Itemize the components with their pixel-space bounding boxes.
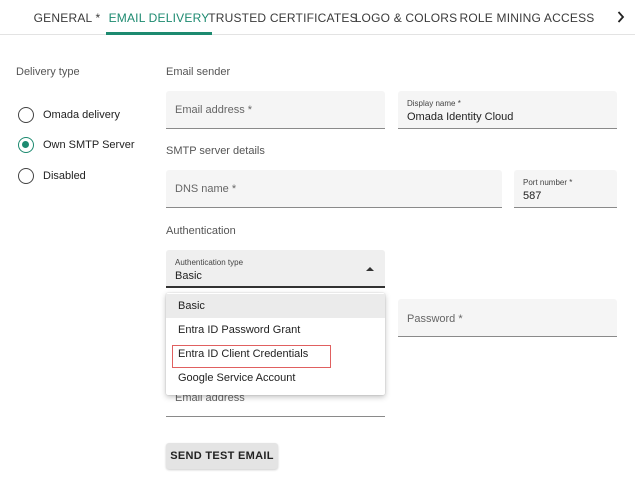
tab-general[interactable]: GENERAL * <box>28 0 106 35</box>
email-sender-label: Email sender <box>166 66 231 78</box>
password-field[interactable]: Password * <box>398 299 617 337</box>
email-address-field[interactable]: Email address * <box>166 91 385 129</box>
radio-label: Omada delivery <box>43 109 121 121</box>
display-name-field[interactable]: Display name * Omada Identity Cloud <box>398 91 617 129</box>
authentication-type-select[interactable]: Authentication type Basic <box>166 250 385 288</box>
authentication-type-menu: Basic Entra ID Password Grant Entra ID C… <box>166 293 385 395</box>
radio-disabled[interactable]: Disabled <box>18 167 86 185</box>
menu-item-entra-password-grant[interactable]: Entra ID Password Grant <box>166 318 385 342</box>
radio-label: Own SMTP Server <box>43 139 135 151</box>
settings-tab-bar: GENERAL * EMAIL DELIVERY TRUSTED CERTIFI… <box>0 0 635 35</box>
dns-name-placeholder: DNS name * <box>175 183 237 195</box>
caret-up-icon <box>366 267 374 271</box>
menu-item-google-service-account[interactable]: Google Service Account <box>166 366 385 390</box>
radio-label: Disabled <box>43 170 86 182</box>
display-name-label: Display name * <box>407 99 461 108</box>
password-placeholder: Password * <box>407 313 463 325</box>
port-number-field[interactable]: Port number * 587 <box>514 170 617 208</box>
email-delivery-settings: GENERAL * EMAIL DELIVERY TRUSTED CERTIFI… <box>0 0 635 477</box>
delivery-type-label: Delivery type <box>16 66 80 78</box>
authentication-type-label: Authentication type <box>175 258 244 267</box>
menu-item-basic[interactable]: Basic <box>166 294 385 318</box>
authentication-type-value: Basic <box>175 270 202 282</box>
radio-own-smtp-server[interactable]: Own SMTP Server <box>18 136 135 154</box>
radio-circle-checked[interactable] <box>18 137 34 153</box>
port-number-value: 587 <box>523 190 542 202</box>
active-tab-indicator <box>106 32 212 35</box>
dns-name-field[interactable]: DNS name * <box>166 170 502 208</box>
tab-logo-colors[interactable]: LOGO & COLORS <box>355 0 457 35</box>
email-address-placeholder: Email address * <box>175 104 253 116</box>
smtp-details-label: SMTP server details <box>166 145 265 157</box>
port-number-label: Port number * <box>523 178 573 187</box>
tab-role-mining-access[interactable]: ROLE MINING ACCESS <box>460 0 595 35</box>
send-test-email-button[interactable]: SEND TEST EMAIL <box>166 443 278 469</box>
radio-omada-delivery[interactable]: Omada delivery <box>18 106 120 124</box>
radio-circle[interactable] <box>18 168 34 184</box>
tab-email-delivery[interactable]: EMAIL DELIVERY <box>106 0 212 35</box>
radio-circle[interactable] <box>18 107 34 123</box>
authentication-label: Authentication <box>166 225 236 237</box>
test-email-field[interactable]: Email address <box>166 392 385 417</box>
menu-item-entra-client-credentials[interactable]: Entra ID Client Credentials <box>166 342 385 366</box>
chevron-right-icon[interactable] <box>612 6 630 28</box>
display-name-value: Omada Identity Cloud <box>407 111 514 123</box>
tab-trusted-certificates[interactable]: TRUSTED CERTIFICATES <box>208 0 357 35</box>
